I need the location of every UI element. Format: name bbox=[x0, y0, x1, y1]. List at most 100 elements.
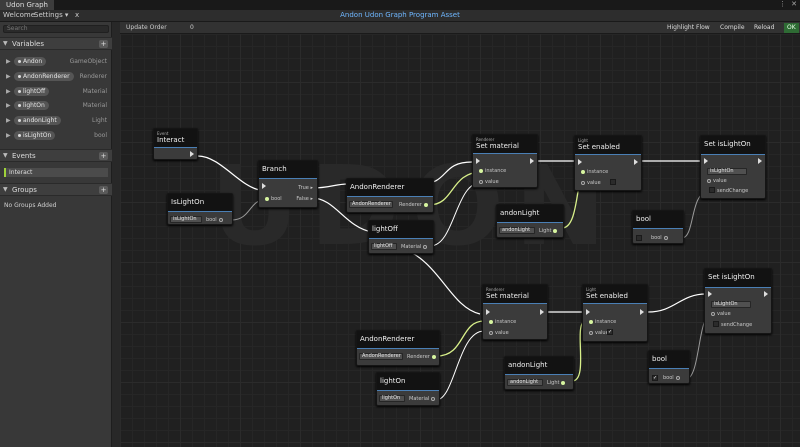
value-in-port[interactable]: value bbox=[579, 180, 601, 186]
variable-dropdown[interactable]: lightOn bbox=[379, 395, 405, 402]
node-andonrenderer-1[interactable]: AndonRenderer AndonRenderer Renderer bbox=[346, 178, 434, 213]
node-lighton[interactable]: lightOn lightOn Material bbox=[376, 372, 440, 406]
node-header[interactable]: Renderer Set material bbox=[483, 285, 547, 304]
value-checkbox[interactable] bbox=[610, 179, 616, 185]
variable-row[interactable]: ▶ andonLight Light bbox=[0, 115, 112, 128]
instance-in-port[interactable]: instance bbox=[587, 319, 616, 325]
node-bool-1[interactable]: bool bool bbox=[632, 210, 684, 244]
node-event-interact[interactable]: Event Interact bbox=[153, 128, 198, 160]
add-variable-button[interactable]: + bbox=[99, 40, 108, 48]
flow-out-port[interactable] bbox=[764, 291, 768, 297]
window-menu-icon[interactable]: ⋮ bbox=[779, 0, 786, 8]
compile-button[interactable]: Compile bbox=[717, 23, 748, 33]
events-section-header[interactable]: ▼ Events + bbox=[0, 149, 112, 162]
node-header[interactable]: AndonRenderer bbox=[347, 179, 433, 197]
node-header[interactable]: Set isLightOn bbox=[701, 136, 765, 155]
graph-canvas[interactable]: UDON Update Order 0 Highlight Flow Compi… bbox=[120, 22, 800, 447]
node-header[interactable]: Light Set enabled bbox=[575, 136, 641, 155]
groups-section-header[interactable]: ▼ Groups + bbox=[0, 183, 112, 196]
node-header[interactable]: lightOff bbox=[369, 221, 433, 239]
node-header[interactable]: bool bbox=[633, 211, 683, 229]
window-close-icon[interactable]: ✕ bbox=[791, 0, 797, 8]
bool-out-port[interactable]: bool bbox=[206, 217, 225, 223]
chevron-right-icon[interactable]: ▶ bbox=[6, 102, 11, 109]
variable-pill[interactable]: lightOff bbox=[14, 87, 50, 96]
variable-dropdown[interactable]: isLightOn bbox=[711, 301, 751, 308]
flow-in-port[interactable] bbox=[586, 309, 590, 315]
material-out-port[interactable]: Material bbox=[409, 396, 437, 402]
node-header[interactable]: Renderer Set material bbox=[473, 135, 537, 154]
flow-out-port[interactable] bbox=[530, 158, 534, 164]
false-out-port[interactable]: False ▸ bbox=[296, 196, 313, 202]
update-order-field[interactable]: 0 bbox=[190, 24, 194, 31]
chevron-right-icon[interactable]: ▶ bbox=[6, 88, 11, 95]
value-in-port[interactable]: value bbox=[705, 178, 727, 184]
instance-in-port[interactable]: instance bbox=[477, 168, 506, 174]
node-set-enabled-2[interactable]: Light Set enabled instance value ✓ bbox=[582, 284, 648, 342]
ok-status-button[interactable]: OK bbox=[784, 23, 799, 33]
node-header[interactable]: Light Set enabled bbox=[583, 285, 647, 304]
flow-in-port[interactable] bbox=[708, 291, 712, 297]
variable-dropdown[interactable]: andonLight bbox=[499, 227, 535, 234]
node-header[interactable]: Event Interact bbox=[154, 129, 197, 148]
material-out-port[interactable]: Material bbox=[401, 244, 429, 250]
flow-out-port[interactable] bbox=[540, 309, 544, 315]
search-input[interactable]: Search bbox=[3, 25, 109, 33]
node-andonrenderer-2[interactable]: AndonRenderer AndonRenderer Renderer bbox=[356, 330, 440, 366]
flow-out-port[interactable] bbox=[640, 309, 644, 315]
node-header[interactable]: bool bbox=[649, 351, 689, 369]
node-lightoff[interactable]: lightOff lightOff Material bbox=[368, 220, 434, 254]
node-header[interactable]: AndonRenderer bbox=[357, 331, 439, 349]
variable-pill[interactable]: andonLight bbox=[14, 116, 61, 125]
flow-out-port[interactable] bbox=[190, 151, 194, 157]
node-set-material-1[interactable]: Renderer Set material instance value bbox=[472, 134, 538, 188]
value-in-port[interactable]: value bbox=[587, 330, 609, 336]
node-set-islighton-1[interactable]: Set isLightOn isLightOn value sendChange bbox=[700, 135, 766, 199]
node-andonlight-2[interactable]: andonLight andonLight Light bbox=[504, 356, 574, 390]
renderer-out-port[interactable]: Renderer bbox=[399, 202, 430, 208]
value-in-port[interactable]: value bbox=[709, 311, 731, 317]
chevron-right-icon[interactable]: ▶ bbox=[6, 73, 11, 80]
variables-section-header[interactable]: ▼ Variables + bbox=[0, 37, 112, 50]
variable-row[interactable]: ▶ isLightOn bool bbox=[0, 130, 112, 143]
window-tab-udon-graph[interactable]: Udon Graph bbox=[0, 0, 54, 10]
instance-in-port[interactable]: instance bbox=[487, 319, 516, 325]
node-set-material-2[interactable]: Renderer Set material instance value bbox=[482, 284, 548, 340]
instance-in-port[interactable]: instance bbox=[579, 169, 608, 175]
variable-dropdown[interactable]: isLightOn bbox=[707, 168, 747, 175]
node-set-islighton-2[interactable]: Set isLightOn isLightOn value sendChange bbox=[704, 268, 772, 334]
sendchange-checkbox[interactable] bbox=[709, 187, 715, 193]
true-out-port[interactable]: True ▸ bbox=[298, 185, 313, 191]
node-header[interactable]: andonLight bbox=[497, 205, 563, 223]
flow-in-port[interactable] bbox=[262, 183, 266, 189]
light-out-port[interactable]: Light bbox=[539, 228, 559, 234]
reload-button[interactable]: Reload bbox=[751, 23, 777, 33]
light-out-port[interactable]: Light bbox=[547, 380, 567, 386]
highlight-flow-button[interactable]: Highlight Flow bbox=[664, 23, 713, 33]
variable-pill[interactable]: lightOn bbox=[14, 101, 49, 110]
node-header[interactable]: Set isLightOn bbox=[705, 269, 771, 288]
bool-in-port[interactable]: bool bbox=[263, 196, 282, 202]
node-andonlight-1[interactable]: andonLight andonLight Light bbox=[496, 204, 564, 238]
bool-out-port[interactable]: bool bbox=[663, 375, 682, 381]
event-item-interact[interactable]: Interact bbox=[4, 168, 108, 177]
value-in-port[interactable]: value bbox=[477, 179, 499, 185]
node-get-islighton[interactable]: IsLightOn isLightOn bool bbox=[167, 193, 233, 225]
bool-checkbox[interactable]: ✓ bbox=[652, 375, 658, 381]
flow-in-port[interactable] bbox=[486, 309, 490, 315]
flow-in-port[interactable] bbox=[578, 159, 582, 165]
node-branch[interactable]: Branch bool True ▸ False ▸ bbox=[258, 160, 318, 208]
chevron-right-icon[interactable]: ▶ bbox=[6, 117, 11, 124]
node-header[interactable]: andonLight bbox=[505, 357, 573, 375]
chevron-right-icon[interactable]: ▶ bbox=[6, 58, 11, 65]
flow-in-port[interactable] bbox=[704, 158, 708, 164]
sendchange-checkbox[interactable] bbox=[713, 321, 719, 327]
node-header[interactable]: lightOn bbox=[377, 373, 439, 391]
variable-dropdown[interactable]: lightOff bbox=[371, 243, 397, 250]
variable-row[interactable]: ▶ Andon GameObject bbox=[0, 56, 112, 69]
node-header[interactable]: Branch bbox=[259, 161, 317, 179]
variable-dropdown[interactable]: isLightOn bbox=[170, 216, 202, 223]
variable-pill[interactable]: AndonRenderer bbox=[14, 72, 74, 81]
add-group-button[interactable]: + bbox=[99, 186, 108, 194]
variable-dropdown[interactable]: andonLight bbox=[507, 379, 543, 386]
